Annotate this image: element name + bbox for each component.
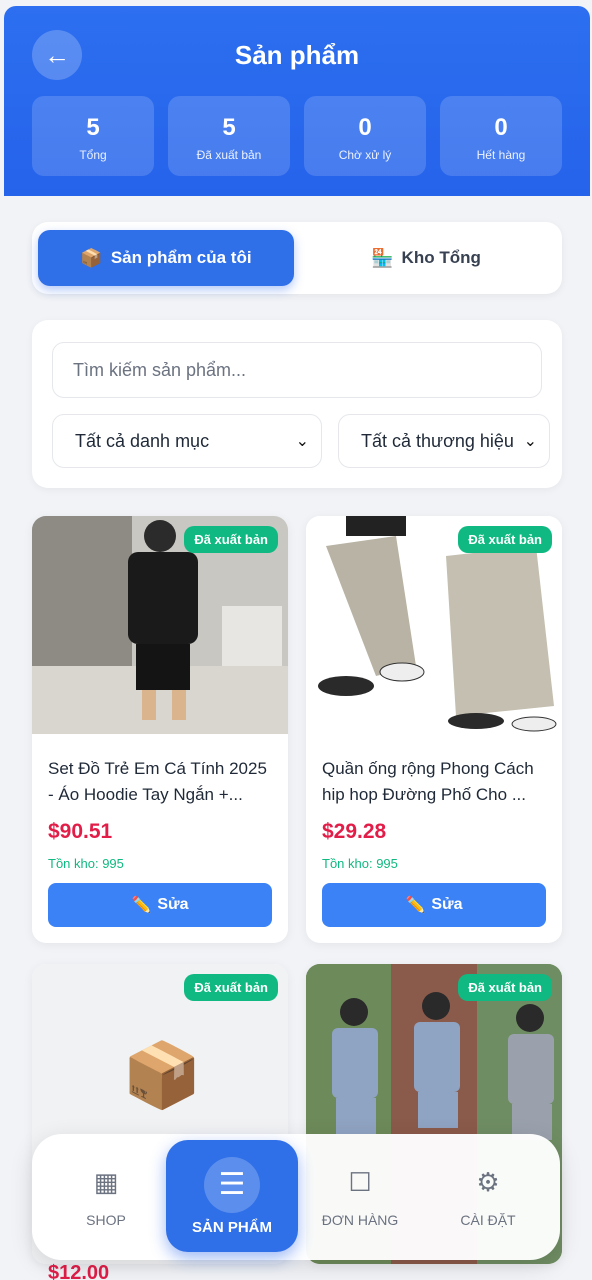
search-input[interactable] bbox=[52, 342, 542, 398]
status-badge: Đã xuất bản bbox=[458, 974, 552, 1001]
chevron-down-icon: ⌄ bbox=[523, 433, 537, 450]
gear-icon: ⚙ bbox=[476, 1166, 500, 1197]
product-tabs: 📦 Sản phẩm của tôi 🏪 Kho Tổng bbox=[32, 222, 562, 294]
product-image: Đã xuất bản bbox=[306, 516, 562, 734]
status-badge: Đã xuất bản bbox=[184, 526, 278, 553]
product-card[interactable]: Đã xuất bản Set Đồ Trẻ Em Cá Tính 2025 -… bbox=[32, 516, 288, 943]
nav-shop[interactable]: ▦ SHOP bbox=[40, 1134, 172, 1260]
filter-panel: Tất cả danh mục ⌄ Tất cả thương hiệu ⌄ bbox=[32, 320, 562, 488]
edit-button[interactable]: ✏️ Sửa bbox=[322, 883, 546, 927]
nav-settings[interactable]: ⚙ CÀI ĐẶT bbox=[422, 1134, 554, 1260]
edit-label: Sửa bbox=[431, 896, 463, 913]
product-price: $90.51 bbox=[48, 820, 113, 843]
status-badge: Đã xuất bản bbox=[184, 974, 278, 1001]
product-name: Set Đồ Trẻ Em Cá Tính 2025 - Áo Hoodie T… bbox=[48, 759, 267, 804]
nav-orders[interactable]: ☐ ĐƠN HÀNG bbox=[294, 1134, 426, 1260]
stat-total: 5 Tổng bbox=[32, 96, 154, 176]
product-name: Quần ống rộng Phong Cách hip hop Đường P… bbox=[322, 759, 534, 804]
stat-published: 5 Đã xuất bản bbox=[168, 96, 290, 176]
page-title: Sản phẩm bbox=[234, 40, 360, 70]
nav-label: ĐƠN HÀNG bbox=[321, 1211, 399, 1228]
bottom-navigation: ▦ SHOP ☰ SẢN PHẨM ☐ ĐƠN HÀNG ⚙ CÀI ĐẶT bbox=[32, 1134, 560, 1260]
stat-label: Đã xuất bản bbox=[196, 148, 262, 162]
stat-label: Tổng bbox=[79, 148, 107, 162]
edit-button[interactable]: ✏️ Sửa bbox=[48, 883, 272, 927]
box-icon: 📦 bbox=[122, 1039, 202, 1111]
product-price: $12.00 bbox=[48, 1262, 110, 1280]
status-badge: Đã xuất bản bbox=[458, 526, 552, 553]
box-icon: 📦 bbox=[80, 247, 103, 268]
warehouse-icon: 🏪 bbox=[371, 247, 394, 268]
stat-pending: 0 Chờ xử lý bbox=[304, 96, 426, 176]
chevron-down-icon: ⌄ bbox=[295, 433, 309, 450]
nav-products[interactable]: ☰ SẢN PHẨM bbox=[166, 1140, 298, 1252]
nav-label: SHOP bbox=[86, 1211, 126, 1228]
stat-label: Hết hàng bbox=[476, 148, 526, 162]
stat-out-of-stock: 0 Hết hàng bbox=[440, 96, 562, 176]
product-stock: Tồn kho: 995 bbox=[48, 856, 124, 871]
category-select[interactable]: Tất cả danh mục ⌄ bbox=[52, 414, 322, 468]
product-stock: Tồn kho: 995 bbox=[322, 856, 398, 871]
square-icon: ☐ bbox=[348, 1166, 372, 1197]
pencil-icon: ✏️ bbox=[405, 897, 426, 914]
nav-label: CÀI ĐẶT bbox=[460, 1211, 516, 1228]
grid-icon: ▦ bbox=[93, 1166, 119, 1197]
category-select-value: Tất cả danh mục bbox=[75, 430, 210, 451]
pencil-icon: ✏️ bbox=[131, 897, 152, 914]
stat-value: 5 bbox=[86, 114, 100, 141]
stat-label: Chờ xử lý bbox=[338, 148, 392, 162]
stat-value: 5 bbox=[222, 114, 236, 141]
edit-label: Sửa bbox=[157, 896, 189, 913]
tab-label: Sản phẩm của tôi bbox=[110, 248, 252, 267]
product-image: Đã xuất bản bbox=[32, 516, 288, 734]
tab-my-products[interactable]: 📦 Sản phẩm của tôi bbox=[38, 230, 294, 286]
brand-select-value: Tất cả thương hiệu bbox=[361, 430, 514, 451]
brand-select[interactable]: Tất cả thương hiệu ⌄ bbox=[338, 414, 550, 468]
nav-label: SẢN PHẨM bbox=[191, 1218, 272, 1236]
stat-value: 0 bbox=[494, 114, 508, 141]
tab-label: Kho Tổng bbox=[401, 248, 481, 267]
menu-icon: ☰ bbox=[204, 1156, 260, 1213]
product-price: $29.28 bbox=[322, 820, 387, 843]
header: ← Sản phẩm 5 Tổng 5 Đã xuất bản 0 Chờ xử… bbox=[4, 6, 590, 196]
tab-warehouse[interactable]: 🏪 Kho Tổng bbox=[298, 230, 554, 286]
stat-value: 0 bbox=[358, 114, 372, 141]
product-card[interactable]: Đã xuất bản Quần ống rộng Phong Cách hip… bbox=[306, 516, 562, 943]
